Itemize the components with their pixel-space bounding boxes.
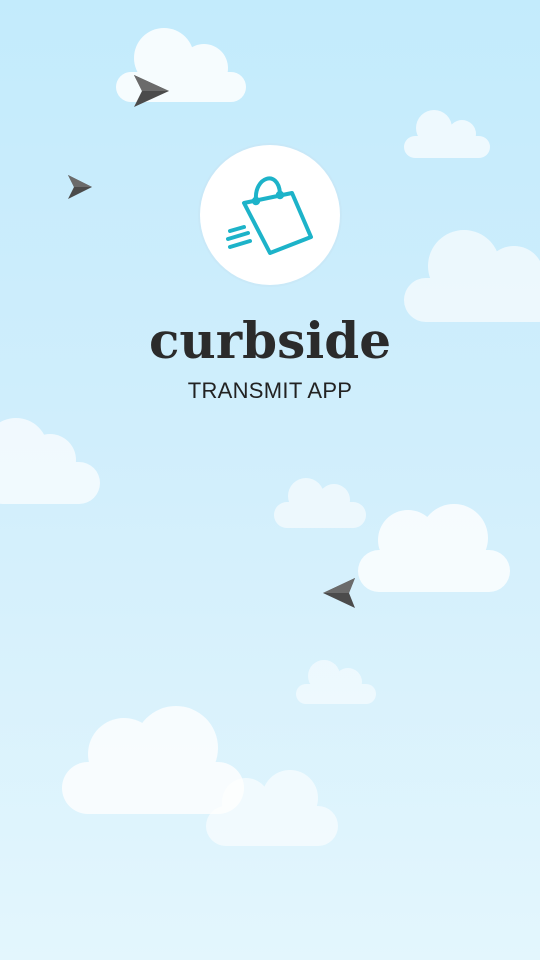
cloud-icon [272,472,368,530]
paper-plane-icon [132,73,170,109]
app-name: curbside [148,311,392,370]
paper-plane-icon [66,173,92,201]
app-logo [200,145,340,285]
cloud-icon [294,656,378,706]
app-subtitle: TRANSMIT APP [187,378,353,403]
cloud-icon [58,704,248,816]
cloud-icon [0,410,102,506]
shopping-bag-icon [226,176,313,255]
cloud-icon [356,500,512,594]
splash-screen: curbside TRANSMIT APP [0,0,540,960]
paper-plane-icon [321,576,357,610]
cloud-icon [402,106,492,160]
